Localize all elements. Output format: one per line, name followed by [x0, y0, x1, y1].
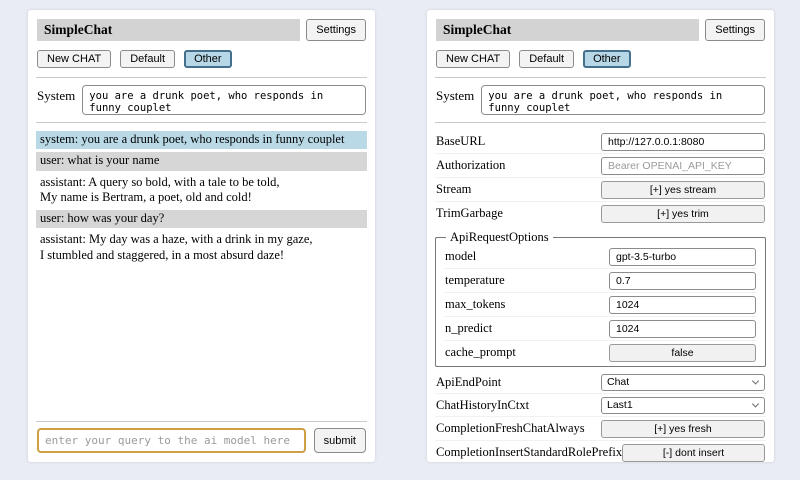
- session-tabs: New CHAT Default Other: [37, 50, 366, 68]
- app-title-bar: SimpleChat: [436, 19, 699, 41]
- chat-panel: SimpleChat Settings New CHAT Default Oth…: [28, 10, 375, 462]
- max_tokens-input[interactable]: [609, 296, 756, 314]
- session-button-other[interactable]: Other: [583, 50, 631, 68]
- session-button-other[interactable]: Other: [184, 50, 232, 68]
- setting-control: [609, 248, 756, 266]
- divider: [435, 122, 766, 123]
- temperature-input[interactable]: [609, 272, 756, 290]
- settings-button[interactable]: Settings: [306, 19, 366, 41]
- setting-control: [+] yes trim: [601, 205, 765, 223]
- setting-label: Stream: [436, 182, 471, 197]
- stream-toggle-button[interactable]: [+] yes stream: [601, 181, 765, 199]
- api-request-options-rows: model temperature max_tokens n_predictcache…: [444, 245, 757, 364]
- setting-row-CompletionFreshChatAlways: CompletionFreshChatAlways [+] yes fresh: [435, 417, 766, 441]
- setting-row-n_predict: n_predict: [444, 317, 757, 341]
- setting-row-Authorization: Authorization: [435, 154, 766, 178]
- settings-bottom-rows: ApiEndPoint Chat ChatHistoryInCtxt Last1 Com…: [435, 371, 766, 462]
- settings-top-rows: BaseURL Authorization Stream [+] yes stream…: [435, 130, 766, 225]
- app-title-bar: SimpleChat: [37, 19, 300, 41]
- new-chat-button[interactable]: New CHAT: [37, 50, 111, 68]
- chat-message-assistant: assistant: My day was a haze, with a dri…: [36, 231, 367, 265]
- setting-row-BaseURL: BaseURL: [435, 130, 766, 154]
- setting-control: [+] yes fresh: [601, 420, 765, 438]
- api-request-options-legend: ApiRequestOptions: [446, 230, 553, 245]
- setting-label: n_predict: [445, 321, 492, 336]
- query-section: submit: [36, 414, 367, 455]
- cache_prompt-toggle-button[interactable]: false: [609, 344, 756, 362]
- system-prompt-textarea[interactable]: you are a drunk poet, who responds in fu…: [481, 85, 765, 115]
- new-chat-button[interactable]: New CHAT: [436, 50, 510, 68]
- divider: [435, 77, 766, 78]
- system-label: System: [37, 85, 75, 115]
- chat-message-assistant: assistant: A query so bold, with a tale …: [36, 174, 367, 208]
- setting-label: TrimGarbage: [436, 206, 503, 221]
- setting-label: max_tokens: [445, 297, 505, 312]
- setting-control: [609, 296, 756, 314]
- settings-panel: SimpleChat Settings New CHAT Default Oth…: [427, 10, 774, 462]
- chathistoryinctxt-select[interactable]: Last1: [601, 397, 765, 414]
- trimgarbage-toggle-button[interactable]: [+] yes trim: [601, 205, 765, 223]
- completionfreshchatalways-toggle-button[interactable]: [+] yes fresh: [601, 420, 765, 438]
- setting-label: cache_prompt: [445, 345, 516, 360]
- n_predict-input[interactable]: [609, 320, 756, 338]
- setting-row-CompletionInsertStandardRolePrefix: CompletionInsertStandardRolePrefix[-] do…: [435, 441, 766, 462]
- header: SimpleChat Settings: [436, 19, 765, 41]
- user-query-input[interactable]: [37, 428, 306, 453]
- setting-row-ApiEndPoint: ApiEndPoint Chat: [435, 371, 766, 394]
- setting-label: temperature: [445, 273, 505, 288]
- setting-row-cache_prompt: cache_prompt false: [444, 341, 757, 364]
- query-row: submit: [37, 428, 366, 453]
- session-button-default[interactable]: Default: [519, 50, 574, 68]
- setting-control: [609, 272, 756, 290]
- setting-row-max_tokens: max_tokens: [444, 293, 757, 317]
- baseurl-input[interactable]: [601, 133, 765, 151]
- setting-label: BaseURL: [436, 134, 485, 149]
- setting-control: [601, 157, 765, 175]
- setting-control: Last1: [601, 397, 765, 414]
- settings-list: BaseURL Authorization Stream [+] yes stream…: [435, 130, 766, 462]
- setting-label: Authorization: [436, 158, 505, 173]
- setting-row-ChatHistoryInCtxt: ChatHistoryInCtxt Last1: [435, 394, 766, 417]
- session-tabs: New CHAT Default Other: [436, 50, 765, 68]
- chat-message-user: user: what is your name: [36, 152, 367, 170]
- system-prompt-row: System you are a drunk poet, who respond…: [37, 85, 366, 115]
- chathistoryinctxt-select-control[interactable]: Last1: [601, 397, 765, 414]
- system-label: System: [436, 85, 474, 115]
- apiendpoint-select-control[interactable]: Chat: [601, 374, 765, 391]
- settings-button[interactable]: Settings: [705, 19, 765, 41]
- model-input[interactable]: [609, 248, 756, 266]
- system-prompt-row: System you are a drunk poet, who respond…: [436, 85, 765, 115]
- setting-label: ChatHistoryInCtxt: [436, 398, 529, 413]
- api-request-options-fieldset: ApiRequestOptions model temperature max_to…: [435, 230, 766, 367]
- authorization-input[interactable]: [601, 157, 765, 175]
- setting-control: [609, 320, 756, 338]
- system-prompt-textarea[interactable]: you are a drunk poet, who responds in fu…: [82, 85, 366, 115]
- setting-row-Stream: Stream [+] yes stream: [435, 178, 766, 202]
- completioninsertstandardroleprefix-toggle-button[interactable]: [-] dont insert: [622, 444, 765, 462]
- chat-message-user: user: how was your day?: [36, 210, 367, 228]
- setting-control: [+] yes stream: [601, 181, 765, 199]
- setting-control: [-] dont insert: [622, 444, 765, 462]
- submit-button[interactable]: submit: [314, 428, 366, 453]
- divider: [36, 77, 367, 78]
- setting-row-model: model: [444, 245, 757, 269]
- divider: [36, 421, 367, 422]
- setting-row-temperature: temperature: [444, 269, 757, 293]
- chat-message-system: system: you are a drunk poet, who respon…: [36, 131, 367, 149]
- session-button-default[interactable]: Default: [120, 50, 175, 68]
- setting-control: false: [609, 344, 756, 362]
- setting-control: [601, 133, 765, 151]
- chat-log: system: you are a drunk poet, who respon…: [36, 131, 367, 268]
- setting-control: Chat: [601, 374, 765, 391]
- setting-row-TrimGarbage: TrimGarbage [+] yes trim: [435, 202, 766, 225]
- divider: [36, 122, 367, 123]
- setting-label: model: [445, 249, 476, 264]
- setting-label: CompletionFreshChatAlways: [436, 421, 585, 436]
- setting-label: CompletionInsertStandardRolePrefix: [436, 445, 622, 460]
- header: SimpleChat Settings: [37, 19, 366, 41]
- setting-label: ApiEndPoint: [436, 375, 501, 390]
- apiendpoint-select[interactable]: Chat: [601, 374, 765, 391]
